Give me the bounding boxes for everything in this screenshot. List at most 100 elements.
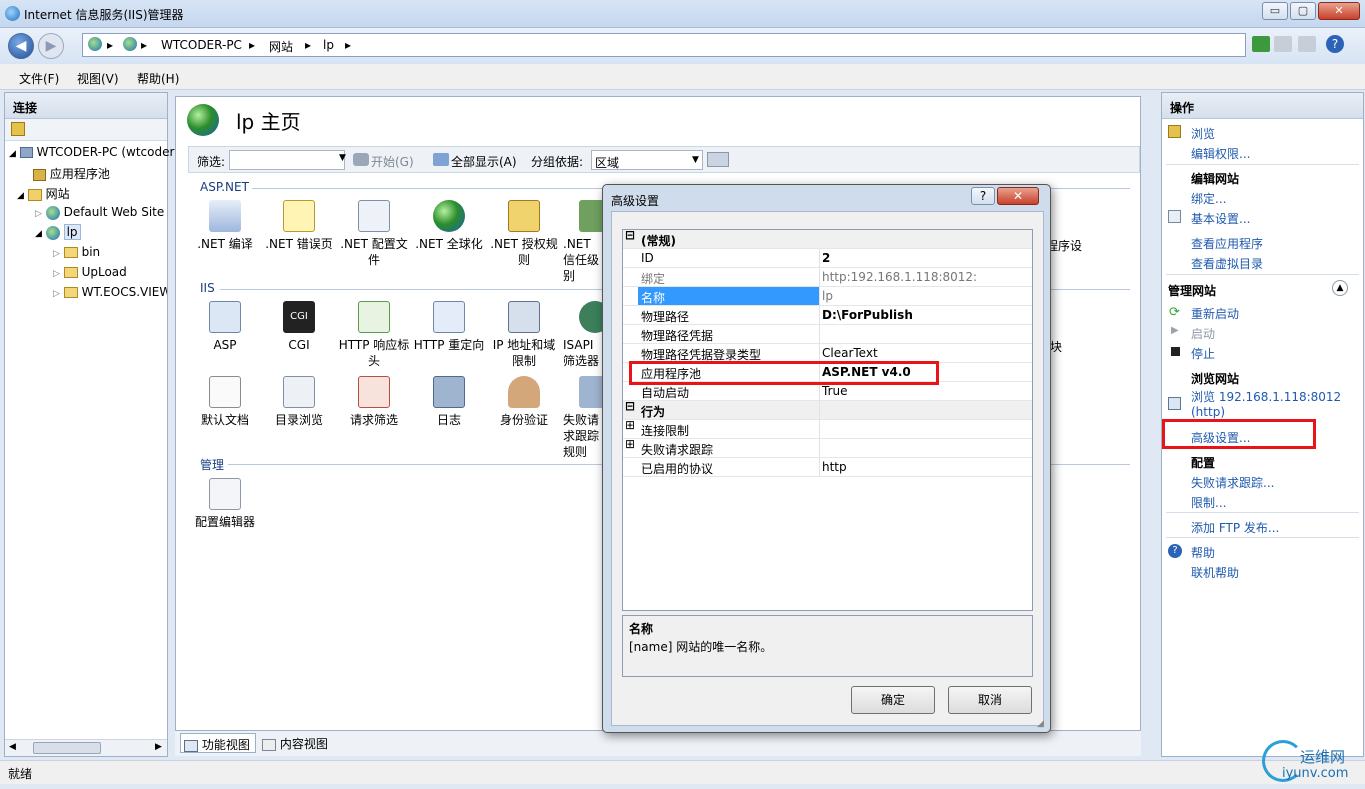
help-icon[interactable]: ? xyxy=(1326,35,1344,53)
ip-restrict-icon xyxy=(508,301,540,333)
prop-row-bindings[interactable]: 绑定 http:192.168.1.118:8012: xyxy=(623,268,1032,287)
prop-row-connection-limits[interactable]: ⊞ 连接限制 xyxy=(623,419,1032,439)
action-view-applications[interactable]: 查看应用程序 xyxy=(1191,235,1263,252)
feature-net-trust[interactable]: .NET 信任级别 xyxy=(563,200,603,284)
feature-http-redirect[interactable]: HTTP 重定向 xyxy=(413,301,485,353)
group-by-label: 分组依据: xyxy=(531,155,584,169)
tree-item-bin[interactable]: ▷ bin xyxy=(53,245,100,259)
prop-row-physical-path-credentials[interactable]: 物理路径凭据 xyxy=(623,325,1032,344)
resize-grip-icon[interactable]: ◢ xyxy=(1037,719,1044,729)
action-restart[interactable]: 重新启动 xyxy=(1191,305,1239,322)
tree-item-app-pools[interactable]: 应用程序池 xyxy=(33,165,110,182)
feature-default-document[interactable]: 默认文档 xyxy=(189,376,261,428)
browse-site-icon xyxy=(1168,397,1181,410)
feature-logging[interactable]: 日志 xyxy=(413,376,485,428)
connect-icon[interactable] xyxy=(11,122,25,136)
feature-cgi[interactable]: CGI CGI xyxy=(263,301,335,353)
action-browse[interactable]: 浏览 xyxy=(1191,125,1215,142)
feature-asp[interactable]: ASP xyxy=(189,301,261,353)
action-view-virtual-dirs[interactable]: 查看虚拟目录 xyxy=(1191,255,1263,272)
group-by-select[interactable]: 区域 ▼ xyxy=(591,150,703,170)
menu-view[interactable]: 视图(V) xyxy=(77,70,119,87)
menu-file[interactable]: 文件(F) xyxy=(19,70,59,87)
prop-row-name[interactable]: 名称 lp xyxy=(623,287,1032,306)
action-edit-permissions[interactable]: 编辑权限... xyxy=(1191,145,1250,162)
address-sep: ▸ xyxy=(305,38,312,52)
dialog-help-button[interactable]: ? xyxy=(971,187,995,205)
expand-icon[interactable]: ⊞ xyxy=(625,419,635,431)
show-all-button[interactable]: 全部显示(A) xyxy=(451,153,517,170)
action-browse-http[interactable]: (http) xyxy=(1191,405,1225,419)
feature-failed-request-tracing[interactable]: 失败请求跟踪规则 xyxy=(563,376,603,460)
feature-directory-browsing[interactable]: 目录浏览 xyxy=(263,376,335,428)
action-add-ftp[interactable]: 添加 FTP 发布... xyxy=(1191,519,1279,536)
cancel-button[interactable]: 取消 xyxy=(948,686,1032,714)
tree-item-sites[interactable]: ◢ 网站 xyxy=(17,185,70,202)
tab-features-view[interactable]: 功能视图 xyxy=(180,733,256,753)
feature-authentication[interactable]: 身份验证 xyxy=(488,376,560,428)
feature-net-error-pages[interactable]: .NET 错误页 xyxy=(263,200,335,252)
menu-help[interactable]: 帮助(H) xyxy=(137,70,179,87)
browse-icon xyxy=(1168,125,1181,138)
action-basic-settings[interactable]: 基本设置... xyxy=(1191,210,1250,227)
prop-value: http xyxy=(822,460,847,474)
window-title: Internet 信息服务(IIS)管理器 xyxy=(24,8,184,22)
stop-icon[interactable] xyxy=(1274,36,1292,52)
feature-config-editor[interactable]: 配置编辑器 xyxy=(189,478,261,530)
filter-dropdown-icon[interactable]: ▼ xyxy=(339,153,346,163)
back-button[interactable]: ◀ xyxy=(8,33,34,59)
crumb-server[interactable]: WTCODER-PC xyxy=(161,38,242,52)
tree-item-wt-eocs-view[interactable]: ▷ WT.EOCS.VIEW xyxy=(53,285,167,299)
expand-icon[interactable]: ⊞ xyxy=(625,438,635,450)
filter-input[interactable] xyxy=(229,150,345,170)
prop-row-enabled-protocols[interactable]: 已启用的协议 http xyxy=(623,458,1032,477)
crumb-sites[interactable]: 网站 xyxy=(269,38,293,55)
scroll-left-arrow[interactable]: ◀ xyxy=(9,742,16,752)
close-window-button[interactable]: ✕ xyxy=(1318,2,1360,20)
document-icon xyxy=(209,376,241,408)
category-behavior[interactable]: ⊟ 行为 xyxy=(623,400,1032,420)
collapse-icon[interactable]: ▲ xyxy=(1332,280,1348,296)
tree-item-default-web-site[interactable]: ▷ Default Web Site xyxy=(35,205,164,220)
refresh-icon[interactable] xyxy=(1252,36,1270,52)
action-limits[interactable]: 限制... xyxy=(1191,494,1226,511)
action-help[interactable]: 帮助 xyxy=(1191,544,1215,561)
ok-button[interactable]: 确定 xyxy=(851,686,935,714)
action-stop[interactable]: 停止 xyxy=(1191,345,1215,362)
action-browse-url[interactable]: 浏览 192.168.1.118:8012 xyxy=(1191,388,1341,405)
prop-row-physical-path[interactable]: 物理路径 D:\ForPublish xyxy=(623,306,1032,325)
collapse-icon[interactable]: ⊟ xyxy=(625,229,635,241)
feature-net-config[interactable]: .NET 配置文件 xyxy=(338,200,410,268)
feature-http-headers[interactable]: HTTP 响应标头 xyxy=(338,301,410,369)
action-bindings[interactable]: 绑定... xyxy=(1191,190,1226,207)
forward-button[interactable]: ▶ xyxy=(38,33,64,59)
feature-ip-restrictions[interactable]: IP 地址和域限制 xyxy=(488,301,560,369)
dialog-close-button[interactable]: ✕ xyxy=(997,187,1039,205)
feature-net-globalization[interactable]: .NET 全球化 xyxy=(413,200,485,252)
start-button[interactable]: 开始(G) xyxy=(371,153,414,170)
action-online-help[interactable]: 联机帮助 xyxy=(1191,564,1239,581)
collapse-icon[interactable]: ⊟ xyxy=(625,400,635,412)
tab-content-view[interactable]: 内容视图 xyxy=(259,733,339,753)
prop-row-failed-request-tracing[interactable]: ⊞ 失败请求跟踪 xyxy=(623,438,1032,458)
horizontal-scrollbar[interactable]: ◀ ▶ xyxy=(5,739,167,756)
feature-request-filtering[interactable]: 请求筛选 xyxy=(338,376,410,428)
tree-item-server[interactable]: ◢ WTCODER-PC (wtcoder xyxy=(9,145,174,159)
action-failed-request-tracing[interactable]: 失败请求跟踪... xyxy=(1191,474,1274,491)
tree-item-upload[interactable]: ▷ UpLoad xyxy=(53,265,127,279)
maximize-button[interactable]: ▢ xyxy=(1290,2,1316,20)
crumb-lp[interactable]: lp xyxy=(323,38,334,52)
minimize-button[interactable]: ▭ xyxy=(1262,2,1288,20)
scroll-thumb[interactable] xyxy=(33,742,101,754)
address-bar[interactable]: ▸ ▸ WTCODER-PC ▸ 网站 ▸ lp ▸ xyxy=(82,33,1246,57)
home-icon[interactable] xyxy=(1298,36,1316,52)
category-general[interactable]: ⊟ (常规) xyxy=(623,229,1032,249)
feature-net-authorization[interactable]: .NET 授权规则 xyxy=(488,200,560,268)
view-mode-icon[interactable] xyxy=(707,152,729,167)
prop-row-id[interactable]: ID 2 xyxy=(623,249,1032,268)
tree-item-lp[interactable]: ◢ lp xyxy=(35,224,81,240)
feature-isapi-filters[interactable]: ISAPI 筛选器 xyxy=(563,301,603,369)
action-start[interactable]: 启动 xyxy=(1191,325,1215,342)
scroll-right-arrow[interactable]: ▶ xyxy=(155,742,162,752)
feature-net-compile[interactable]: .NET 编译 xyxy=(189,200,261,252)
